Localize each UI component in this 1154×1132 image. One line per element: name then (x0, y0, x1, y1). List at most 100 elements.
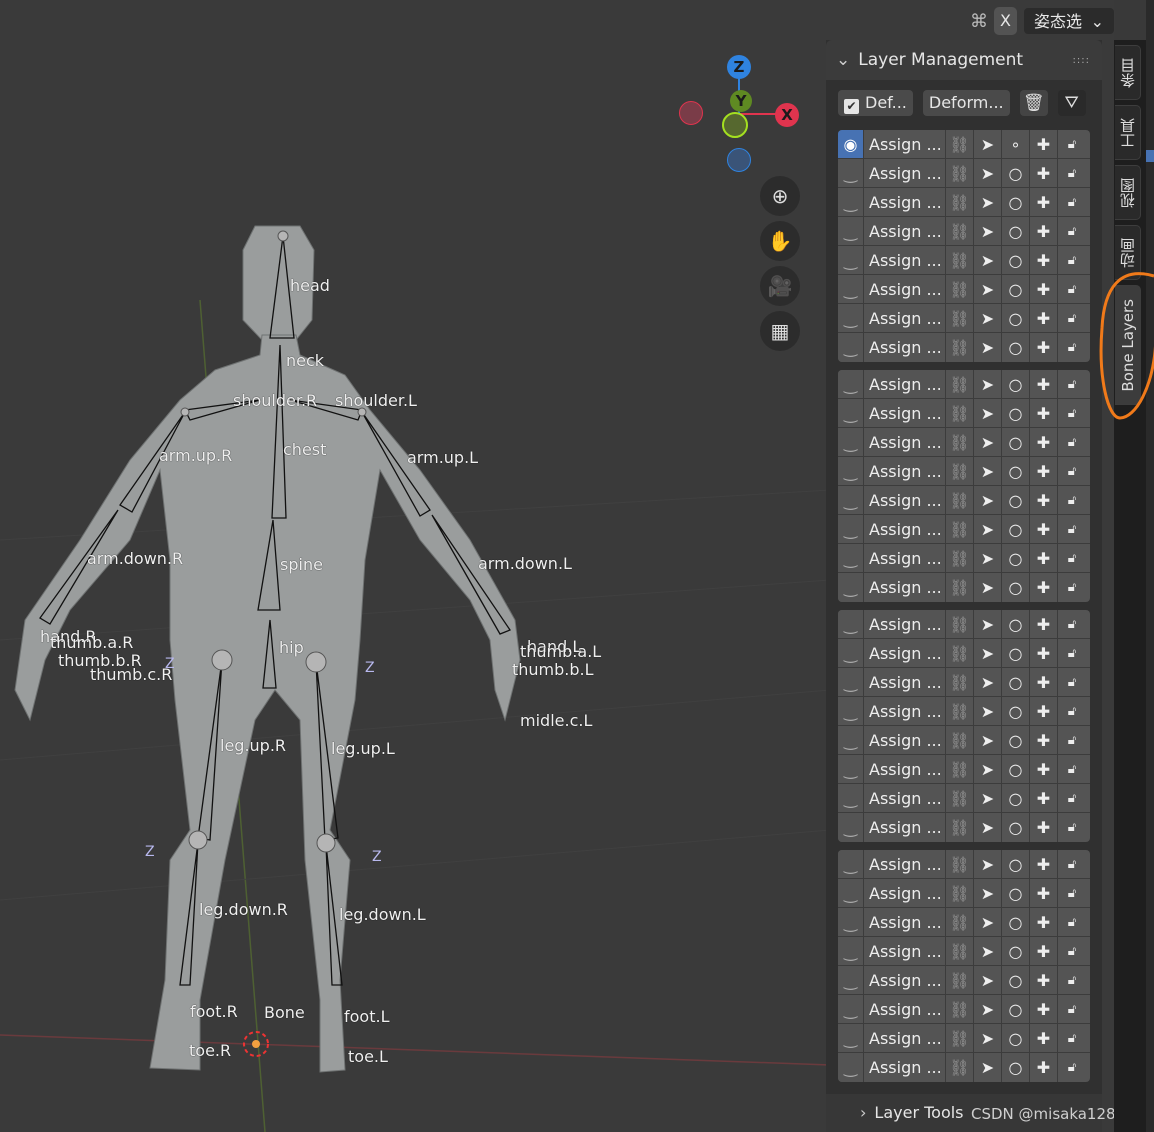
select-cursor-icon[interactable]: ➤ (974, 130, 1002, 158)
zoom-icon[interactable]: ⊕ (760, 176, 800, 216)
unlink-icon[interactable]: ⛓ (946, 370, 974, 398)
bone-icon[interactable]: ✚ (1030, 544, 1058, 572)
unlock-icon[interactable]: 🔓︎ (1058, 246, 1086, 274)
assign-button[interactable]: Assign ... (864, 486, 946, 514)
unlock-icon[interactable]: 🔓︎ (1058, 333, 1086, 362)
unlock-icon[interactable]: 🔓︎ (1058, 697, 1086, 725)
unlock-icon[interactable]: 🔓︎ (1058, 755, 1086, 783)
select-cursor-icon[interactable]: ➤ (974, 639, 1002, 667)
circle-icon[interactable]: ○ (1002, 457, 1030, 485)
eye-closed-icon[interactable]: ‿ (838, 784, 864, 812)
circle-icon[interactable]: ○ (1002, 1024, 1030, 1052)
drag-grip-icon[interactable]: :::: (1073, 55, 1090, 66)
circle-icon[interactable]: ○ (1002, 755, 1030, 783)
assign-button[interactable]: Assign ... (864, 428, 946, 456)
bone-icon[interactable]: ✚ (1030, 275, 1058, 303)
eye-closed-icon[interactable]: ‿ (838, 879, 864, 907)
assign-button[interactable]: Assign ... (864, 784, 946, 812)
assign-button[interactable]: Assign ... (864, 246, 946, 274)
assign-button[interactable]: Assign ... (864, 850, 946, 878)
unlink-icon[interactable]: ⛓ (946, 159, 974, 187)
unlock-icon[interactable]: 🔓︎ (1058, 1024, 1086, 1052)
gizmo-y[interactable]: Y (730, 90, 752, 112)
unlock-icon[interactable]: 🔓︎ (1058, 515, 1086, 543)
unlock-icon[interactable]: 🔓︎ (1058, 188, 1086, 216)
eye-closed-icon[interactable]: ‿ (838, 755, 864, 783)
deform-filter-button[interactable]: Deform... (922, 90, 1010, 116)
bone-icon[interactable]: ✚ (1030, 908, 1058, 936)
eye-closed-icon[interactable]: ‿ (838, 217, 864, 245)
eye-closed-icon[interactable]: ‿ (838, 1024, 864, 1052)
assign-button[interactable]: Assign ... (864, 370, 946, 398)
unlink-icon[interactable]: ⛓ (946, 217, 974, 245)
circle-icon[interactable]: ○ (1002, 159, 1030, 187)
assign-button[interactable]: Assign ... (864, 159, 946, 187)
unlink-icon[interactable]: ⛓ (946, 304, 974, 332)
bone-icon[interactable]: ✚ (1030, 130, 1058, 158)
select-cursor-icon[interactable]: ➤ (974, 428, 1002, 456)
unlock-icon[interactable]: 🔓︎ (1058, 726, 1086, 754)
circle-icon[interactable]: ○ (1002, 879, 1030, 907)
bone-icon[interactable]: ✚ (1030, 937, 1058, 965)
bone-icon[interactable]: ✚ (1030, 333, 1058, 362)
eye-closed-icon[interactable]: ‿ (838, 304, 864, 332)
unlink-icon[interactable]: ⛓ (946, 188, 974, 216)
assign-button[interactable]: Assign ... (864, 188, 946, 216)
bone-icon[interactable]: ✚ (1030, 246, 1058, 274)
bone-icon[interactable]: ✚ (1030, 1024, 1058, 1052)
eye-closed-icon[interactable]: ‿ (838, 908, 864, 936)
select-cursor-icon[interactable]: ➤ (974, 879, 1002, 907)
circle-icon[interactable]: ○ (1002, 813, 1030, 842)
circle-icon[interactable]: ○ (1002, 304, 1030, 332)
assign-button[interactable]: Assign ... (864, 515, 946, 543)
circle-icon[interactable]: ○ (1002, 610, 1030, 638)
unlock-icon[interactable]: 🔓︎ (1058, 784, 1086, 812)
unlink-icon[interactable]: ⛓ (946, 966, 974, 994)
select-cursor-icon[interactable]: ➤ (974, 515, 1002, 543)
assign-button[interactable]: Assign ... (864, 217, 946, 245)
select-cursor-icon[interactable]: ➤ (974, 457, 1002, 485)
assign-button[interactable]: Assign ... (864, 573, 946, 602)
unlock-icon[interactable]: 🔓︎ (1058, 304, 1086, 332)
select-cursor-icon[interactable]: ➤ (974, 1024, 1002, 1052)
unlink-icon[interactable]: ⛓ (946, 668, 974, 696)
unlink-icon[interactable]: ⛓ (946, 457, 974, 485)
pose-options-dropdown[interactable]: 姿态选项 ⌄ (1022, 7, 1115, 59)
assign-button[interactable]: Assign ... (864, 726, 946, 754)
sidebar-tab[interactable]: Bone Layers (1115, 285, 1141, 405)
select-cursor-icon[interactable]: ➤ (974, 370, 1002, 398)
unlink-icon[interactable]: ⛓ (946, 399, 974, 427)
assign-button[interactable]: Assign ... (864, 1053, 946, 1082)
unlink-icon[interactable]: ⛓ (946, 130, 974, 158)
assign-button[interactable]: Assign ... (864, 610, 946, 638)
unlink-icon[interactable]: ⛓ (946, 275, 974, 303)
circle-icon[interactable]: ○ (1002, 726, 1030, 754)
unlock-icon[interactable]: 🔓︎ (1058, 908, 1086, 936)
eye-closed-icon[interactable]: ‿ (838, 697, 864, 725)
circle-icon[interactable]: ○ (1002, 188, 1030, 216)
gizmo-z[interactable]: Z (727, 55, 751, 79)
circle-icon[interactable]: ○ (1002, 246, 1030, 274)
camera-icon[interactable]: 🎥 (760, 266, 800, 306)
unlink-icon[interactable]: ⛓ (946, 1053, 974, 1082)
circle-icon[interactable]: ○ (1002, 486, 1030, 514)
select-cursor-icon[interactable]: ➤ (974, 755, 1002, 783)
unlock-icon[interactable]: 🔓︎ (1058, 486, 1086, 514)
eye-closed-icon[interactable]: ‿ (838, 726, 864, 754)
unlink-icon[interactable]: ⛓ (946, 1024, 974, 1052)
bone-icon[interactable]: ✚ (1030, 370, 1058, 398)
unlink-icon[interactable]: ⛓ (946, 879, 974, 907)
assign-button[interactable]: Assign ... (864, 130, 946, 158)
assign-button[interactable]: Assign ... (864, 995, 946, 1023)
assign-button[interactable]: Assign ... (864, 275, 946, 303)
unlink-icon[interactable]: ⛓ (946, 995, 974, 1023)
assign-button[interactable]: Assign ... (864, 544, 946, 572)
unlock-icon[interactable]: 🔓︎ (1058, 813, 1086, 842)
select-cursor-icon[interactable]: ➤ (974, 217, 1002, 245)
dot-icon[interactable]: ∘ (1002, 130, 1030, 158)
bone-icon[interactable]: ✚ (1030, 879, 1058, 907)
unlock-icon[interactable]: 🔓︎ (1058, 399, 1086, 427)
assign-button[interactable]: Assign ... (864, 399, 946, 427)
select-cursor-icon[interactable]: ➤ (974, 995, 1002, 1023)
eye-closed-icon[interactable]: ‿ (838, 370, 864, 398)
